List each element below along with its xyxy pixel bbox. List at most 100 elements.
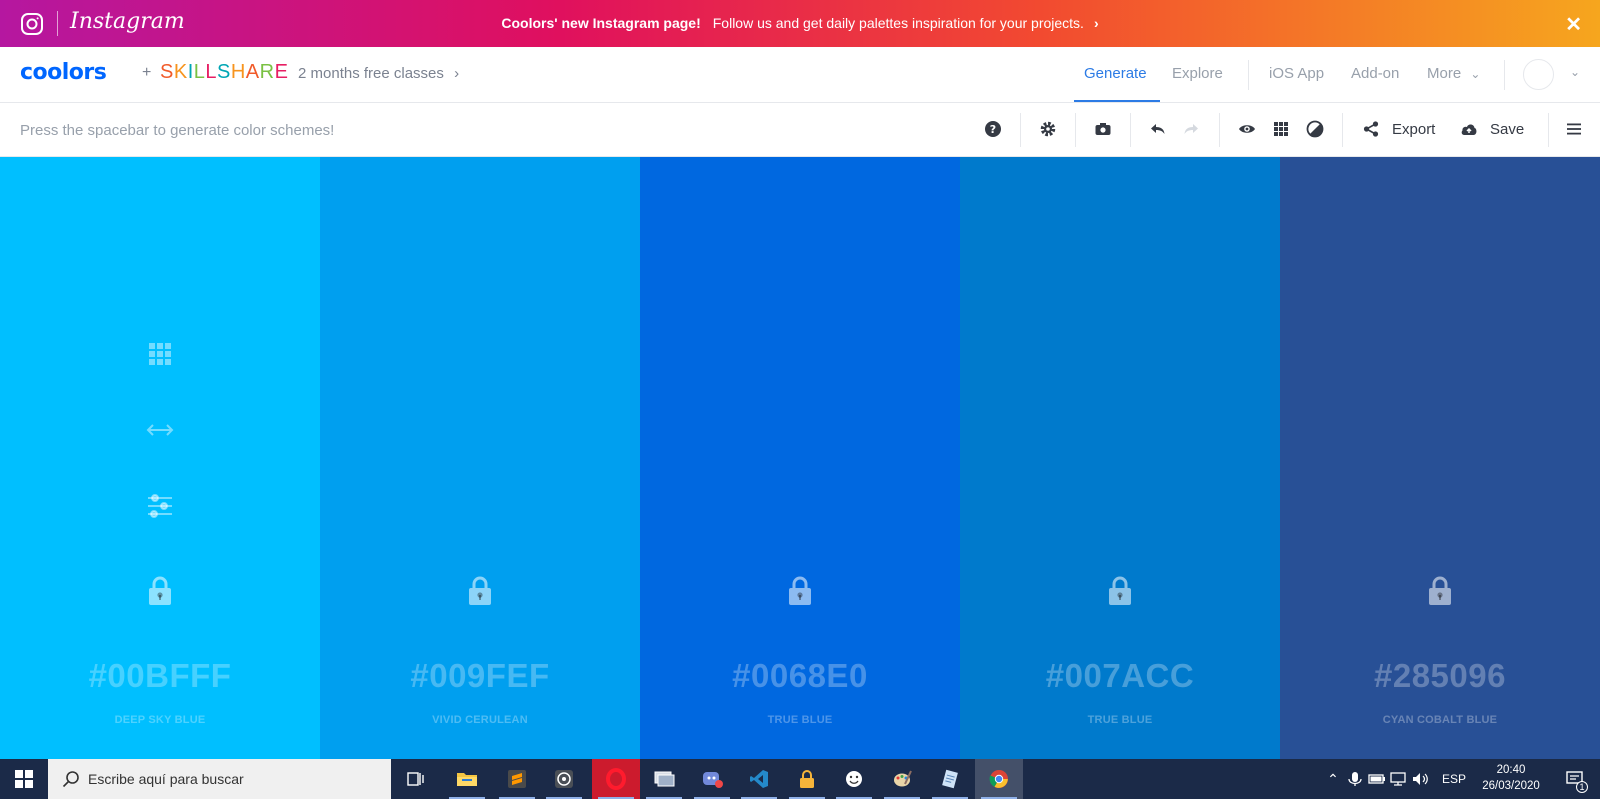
lock-icon[interactable]	[1106, 575, 1134, 607]
skillshare-logo[interactable]: SKILLSHARE	[160, 61, 288, 84]
swatch-tools	[0, 340, 320, 568]
skillshare-letter: R	[259, 61, 275, 83]
undo-icon[interactable]	[1149, 120, 1167, 138]
lock-icon[interactable]	[466, 575, 494, 607]
whatsapp-icon[interactable]	[540, 759, 588, 799]
hex-code[interactable]: #285096	[1280, 657, 1600, 695]
windows-start-button[interactable]	[0, 759, 48, 799]
chevron-right-icon: ›	[1093, 15, 1099, 31]
active-tab-underline	[1074, 100, 1160, 102]
chevron-right-icon: ›	[454, 65, 460, 82]
notepad-icon[interactable]	[926, 759, 974, 799]
nav-more[interactable]: More ⌄	[1427, 65, 1480, 82]
chrome-icon[interactable]	[975, 759, 1023, 799]
microphone-icon[interactable]	[1344, 771, 1366, 787]
color-swatch[interactable]: #285096 CYAN COBALT BLUE	[1280, 157, 1600, 759]
network-icon[interactable]	[1388, 771, 1410, 787]
color-swatch[interactable]: #007ACC TRUE BLUE	[960, 157, 1280, 759]
nav-divider	[1504, 60, 1505, 90]
nav-generate[interactable]: Generate	[1084, 65, 1147, 82]
svg-text:?: ?	[990, 123, 996, 136]
taskbar-search-placeholder: Escribe aquí para buscar	[88, 771, 244, 787]
contrast-icon[interactable]	[1306, 120, 1324, 138]
toolbar-divider	[1075, 113, 1076, 147]
instagram-banner[interactable]: Instagram Coolors' new Instagram page! Fo…	[0, 0, 1600, 47]
hex-code[interactable]: #009FEF	[320, 657, 640, 695]
eye-icon[interactable]	[1238, 120, 1256, 138]
drag-arrows-icon[interactable]	[146, 416, 174, 444]
coolors-logo[interactable]: coolors	[20, 60, 107, 85]
export-button[interactable]: Export	[1392, 121, 1435, 138]
windows-taskbar: Escribe aquí para buscar ⌃ ESP 20:40 26/…	[0, 759, 1600, 799]
banner-bold-text: Coolors' new Instagram page!	[501, 15, 701, 31]
hex-code[interactable]: #00BFFF	[0, 657, 320, 695]
lock-icon[interactable]	[786, 575, 814, 607]
vscode-icon[interactable]	[735, 759, 783, 799]
color-name: CYAN COBALT BLUE	[1382, 714, 1498, 726]
avatar[interactable]	[1523, 59, 1554, 90]
color-swatch[interactable]: #009FEF VIVID CERULEAN	[320, 157, 640, 759]
hex-code[interactable]: #007ACC	[960, 657, 1280, 695]
top-nav: coolors + SKILLSHARE 2 months free class…	[0, 47, 1600, 103]
toolbar-divider	[1342, 113, 1343, 147]
skillshare-letter: E	[274, 61, 289, 83]
nav-add-on[interactable]: Add-on	[1351, 65, 1399, 82]
discord-icon[interactable]	[688, 759, 736, 799]
adjust-sliders-icon[interactable]	[146, 492, 174, 520]
taskbar-search-input[interactable]: Escribe aquí para buscar	[48, 759, 391, 799]
camera-icon[interactable]	[1094, 120, 1112, 138]
share-icon[interactable]	[1362, 120, 1380, 138]
network-app-icon[interactable]	[640, 759, 688, 799]
skillshare-letter: H	[230, 61, 246, 83]
opera-icon[interactable]	[592, 759, 640, 799]
banner-message[interactable]: Coolors' new Instagram page! Follow us an…	[0, 15, 1600, 31]
toolbar-divider	[1219, 113, 1220, 147]
chevron-down-icon[interactable]: ⌄	[1570, 65, 1580, 79]
notification-count: 1	[1576, 781, 1588, 793]
nav-ios-app[interactable]: iOS App	[1269, 65, 1324, 82]
toolbar: Press the spacebar to generate color sch…	[0, 103, 1600, 157]
skillshare-letter: K	[173, 61, 188, 83]
task-view-icon[interactable]	[392, 759, 440, 799]
color-name: TRUE BLUE	[1087, 714, 1153, 726]
hex-code[interactable]: #0068E0	[640, 657, 960, 695]
help-icon[interactable]: ?	[984, 120, 1002, 138]
skillshare-letter: A	[245, 61, 260, 83]
chevron-down-icon: ⌄	[1470, 67, 1481, 81]
toolbar-divider	[1130, 113, 1131, 147]
skillshare-letter: S	[217, 61, 231, 83]
settings-icon[interactable]	[1039, 120, 1057, 138]
paint-icon[interactable]	[878, 759, 926, 799]
chevron-up-icon[interactable]: ⌃	[1322, 771, 1344, 788]
password-manager-icon[interactable]	[783, 759, 831, 799]
lock-icon[interactable]	[146, 575, 174, 607]
save-button[interactable]: Save	[1490, 121, 1524, 138]
volume-icon[interactable]	[1410, 771, 1432, 787]
swatch-grid-icon[interactable]	[146, 340, 174, 368]
system-clock[interactable]: 20:40 26/03/2020	[1480, 762, 1542, 794]
color-name: TRUE BLUE	[767, 714, 833, 726]
hamburger-menu-icon[interactable]	[1565, 120, 1583, 138]
sublime-text-icon[interactable]	[493, 759, 541, 799]
close-icon[interactable]: ✕	[1565, 12, 1582, 37]
color-swatch[interactable]: #0068E0 TRUE BLUE	[640, 157, 960, 759]
promo-link[interactable]: 2 months free classes ›	[298, 65, 459, 82]
lock-icon[interactable]	[1426, 575, 1454, 607]
nav-explore[interactable]: Explore	[1172, 65, 1223, 82]
color-swatch[interactable]: #00BFFF DEEP SKY BLUE	[0, 157, 320, 759]
system-tray: ⌃ ESP	[1322, 759, 1466, 799]
grid-icon[interactable]	[1272, 120, 1290, 138]
notification-center-button[interactable]: 1	[1558, 759, 1592, 799]
language-indicator[interactable]: ESP	[1442, 772, 1466, 786]
skillshare-letter: S	[160, 61, 174, 83]
clock-time: 20:40	[1496, 764, 1526, 776]
color-palette: #00BFFF DEEP SKY BLUE #009FEF VIVID CERULEA…	[0, 157, 1600, 759]
plus-sign: +	[142, 64, 152, 81]
nav-divider	[1248, 60, 1249, 90]
redo-icon[interactable]	[1182, 120, 1200, 138]
battery-icon[interactable]	[1366, 771, 1388, 787]
emoji-app-icon[interactable]	[830, 759, 878, 799]
file-explorer-icon[interactable]	[443, 759, 491, 799]
search-icon	[62, 771, 79, 788]
cloud-upload-icon[interactable]	[1460, 120, 1478, 138]
